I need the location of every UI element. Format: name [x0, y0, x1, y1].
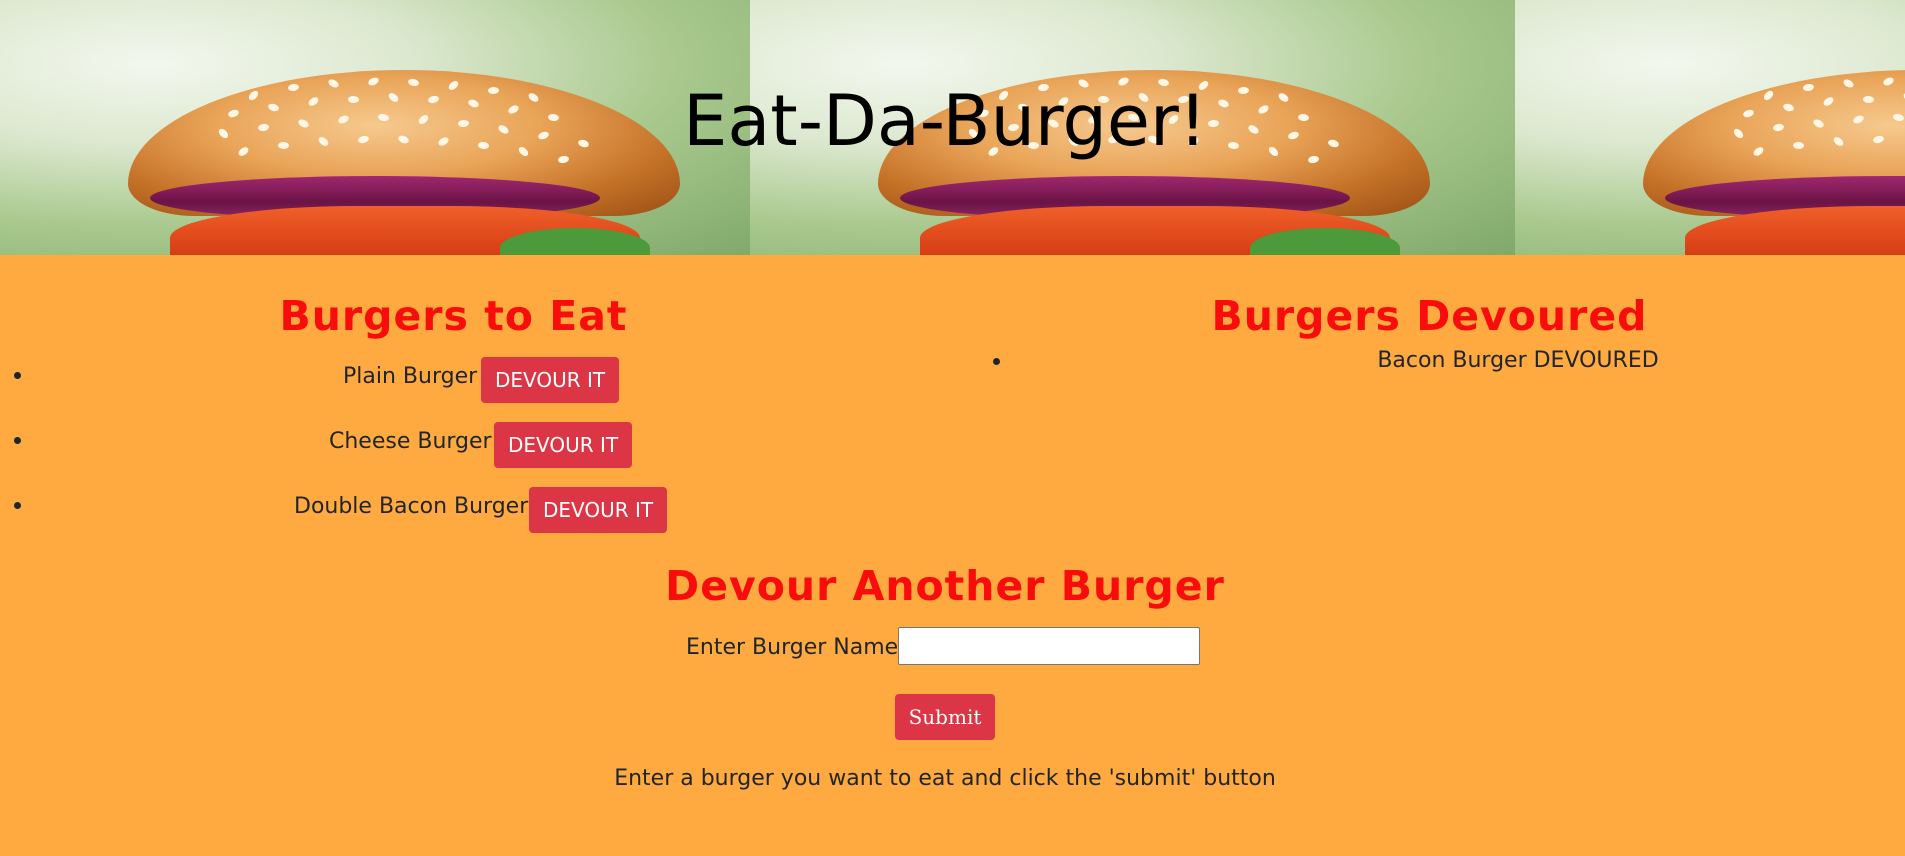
burgers-to-eat-section: Burgers to Eat Plain Burger DEVOUR IT Ch… [0, 255, 952, 542]
list-item: Bacon Burger DEVOURED [952, 347, 1904, 412]
devoured-burger-text: Bacon Burger DEVOURED [1377, 348, 1659, 373]
list-item: Double Bacon Burger DEVOUR IT [0, 477, 952, 542]
devour-button[interactable]: DEVOUR IT [529, 487, 668, 533]
devour-button[interactable]: DEVOUR IT [494, 422, 633, 468]
burger-name-label: Enter Burger Name [686, 635, 899, 660]
burgers-devoured-heading: Burgers Devoured [1211, 292, 1648, 340]
list-item: Plain Burger DEVOUR IT [0, 347, 952, 412]
burger-name: Plain Burger [343, 364, 478, 389]
burgers-to-eat-heading: Burgers to Eat [279, 292, 628, 340]
burger-name-input[interactable] [898, 627, 1200, 665]
devour-button[interactable]: DEVOUR IT [481, 357, 620, 403]
burger-name: Double Bacon Burger [294, 494, 529, 519]
burgers-devoured-list: Bacon Burger DEVOURED [952, 347, 1904, 412]
bullet-icon [14, 502, 21, 509]
page-title: Eat-Da-Burger! [683, 80, 1207, 162]
burger-name: Cheese Burger [329, 429, 492, 454]
burgers-devoured-section: Burgers Devoured Bacon Burger DEVOURED [952, 255, 1904, 412]
list-item: Cheese Burger DEVOUR IT [0, 412, 952, 477]
add-burger-form: Devour Another Burger Enter Burger Name … [0, 562, 1890, 792]
bullet-icon [14, 437, 21, 444]
form-hint: Enter a burger you want to eat and click… [614, 766, 1276, 791]
bullet-icon [14, 372, 21, 379]
submit-button[interactable]: Submit [895, 694, 995, 740]
burgers-to-eat-list: Plain Burger DEVOUR IT Cheese Burger DEV… [0, 347, 952, 542]
form-heading: Devour Another Burger [665, 562, 1225, 610]
header-banner: Eat-Da-Burger! [0, 0, 1905, 255]
